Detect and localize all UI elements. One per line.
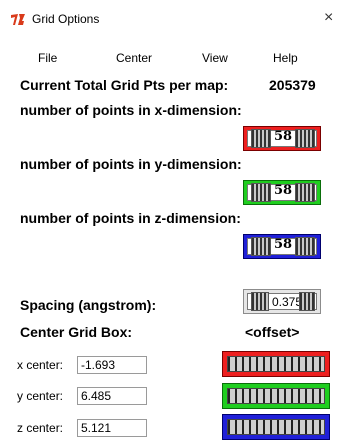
menu-file[interactable]: File [38, 51, 57, 65]
x-dimension-wheel-right[interactable] [295, 129, 315, 148]
y-center-label: y center: [17, 389, 64, 403]
y-center-offset-thumbwheel[interactable] [222, 383, 330, 409]
z-center-label: z center: [17, 421, 64, 435]
spacing-wheel-left[interactable] [251, 292, 269, 311]
y-center-input[interactable]: 6.485 [77, 387, 147, 405]
z-dimension-label: number of points in z-dimension: [20, 210, 241, 226]
x-dimension-value: 58 [274, 129, 293, 144]
x-dimension-thumbwheel[interactable]: 58 [243, 126, 321, 151]
title-bar: Grid Options × [0, 0, 344, 38]
close-button[interactable]: × [324, 9, 333, 27]
x-center-offset-thumbwheel[interactable] [222, 351, 330, 377]
spacing-label: Spacing (angstrom): [20, 297, 157, 313]
spacing-wheel-right[interactable] [299, 292, 315, 311]
z-dimension-value: 58 [274, 237, 293, 252]
y-dimension-value: 58 [274, 183, 293, 198]
y-dimension-wheel-right[interactable] [295, 183, 315, 202]
offset-label: <offset> [245, 324, 300, 340]
spacing-thumbwheel[interactable]: 0.375 [243, 289, 321, 314]
window-title: Grid Options [32, 12, 100, 26]
menu-bar: File Center View Help [0, 48, 344, 68]
y-dimension-wheel-left[interactable] [251, 183, 271, 202]
x-center-input[interactable]: -1.693 [77, 356, 147, 374]
menu-center[interactable]: Center [116, 51, 152, 65]
center-grid-box-label: Center Grid Box: [20, 324, 133, 340]
z-center-input[interactable]: 5.121 [77, 419, 147, 437]
menu-view[interactable]: View [202, 51, 228, 65]
total-grid-points-value: 205379 [269, 77, 316, 93]
spacing-value: 0.375 [272, 295, 303, 309]
z-dimension-wheel-right[interactable] [295, 237, 315, 256]
y-dimension-thumbwheel[interactable]: 58 [243, 180, 321, 205]
x-center-label: x center: [17, 358, 64, 372]
x-dimension-label: number of points in x-dimension: [20, 102, 242, 118]
tk-app-icon [11, 14, 25, 25]
z-dimension-wheel-left[interactable] [251, 237, 271, 256]
x-dimension-wheel-left[interactable] [251, 129, 271, 148]
total-grid-points-label: Current Total Grid Pts per map: [20, 77, 229, 93]
y-dimension-label: number of points in y-dimension: [20, 156, 242, 172]
z-center-offset-thumbwheel[interactable] [222, 414, 330, 440]
menu-help[interactable]: Help [273, 51, 298, 65]
z-dimension-thumbwheel[interactable]: 58 [243, 234, 321, 259]
